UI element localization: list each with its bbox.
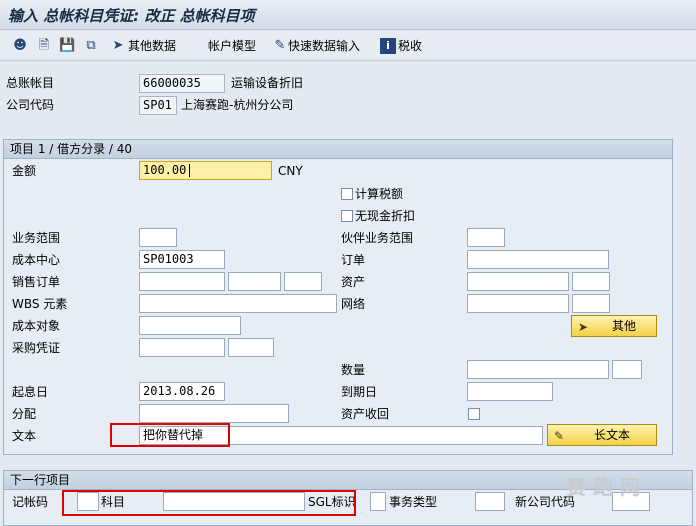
asset-field[interactable] [467, 272, 569, 291]
pencil-icon: ✎ [554, 429, 565, 443]
purchase-doc-label: 采购凭证 [12, 341, 61, 355]
arrow-right-icon: ➤ [112, 38, 124, 53]
wbs-label: WBS 元素 [12, 297, 68, 311]
value-date-label: 起息日 [12, 385, 49, 399]
highlight-box-account [62, 490, 356, 516]
due-date-field[interactable] [467, 382, 553, 401]
sales-order-schedule-field[interactable] [284, 272, 322, 291]
sales-order-field[interactable] [139, 272, 225, 291]
cost-object-field[interactable] [139, 316, 241, 335]
company-code-label: 公司代码 [6, 98, 55, 112]
trading-partner-ba-label: 伙伴业务范围 [341, 231, 414, 245]
sales-order-item-field[interactable] [228, 272, 281, 291]
no-cash-discount-checkbox[interactable] [341, 210, 353, 222]
person-icon[interactable]: ☻ [12, 38, 28, 54]
info-icon: i [380, 38, 396, 54]
asset-retirement-label: 资产收回 [341, 407, 390, 421]
transaction-type-label: 事务类型 [389, 495, 438, 509]
purchase-doc-item-field[interactable] [228, 338, 274, 357]
sales-order-label: 销售订单 [12, 275, 61, 289]
assignment-label: 分配 [12, 407, 37, 421]
document-save-icon[interactable]: 💾 [59, 38, 75, 54]
posting-key-label: 记帐码 [12, 495, 49, 509]
copy-icon[interactable]: ⧉ [83, 38, 99, 54]
quantity-label: 数量 [341, 363, 366, 377]
account-model-button[interactable]: 帐户模型 [208, 38, 256, 54]
value-date-field[interactable]: 2013.08.26 [139, 382, 225, 401]
arrow-right-icon: ➤ [578, 320, 589, 334]
assignment-field[interactable] [139, 404, 289, 423]
order-field[interactable] [467, 250, 609, 269]
network-activity-field[interactable] [572, 294, 610, 313]
purchase-doc-field[interactable] [139, 338, 225, 357]
fast-data-entry-label: 快速数据输入 [288, 39, 361, 53]
network-field[interactable] [467, 294, 569, 313]
asset-subnumber-field[interactable] [572, 272, 610, 291]
asset-label: 资产 [341, 275, 366, 289]
long-text-button-label: 长文本 [593, 428, 630, 442]
pencil-icon: ✎ [274, 38, 286, 53]
calc-tax-label: 计算税额 [355, 187, 404, 201]
title-bar: 输入 总帐科目凭证: 改正 总帐科目项 [0, 0, 696, 30]
quantity-field[interactable] [467, 360, 609, 379]
business-area-field[interactable] [139, 228, 177, 247]
long-text-button[interactable]: ✎ 长文本 [547, 424, 657, 446]
business-area-label: 业务范围 [12, 231, 61, 245]
amount-label: 金额 [12, 164, 37, 178]
application-toolbar: ☻ 🗎 💾 ⧉ ➤ 其他数据 帐户模型 ✎ 快速数据输入 i 税收 [0, 31, 696, 61]
watermark: 赛 跑 网 [566, 475, 640, 499]
cost-center-label: 成本中心 [12, 253, 61, 267]
order-label: 订单 [341, 253, 366, 267]
other-data-label: 其他数据 [128, 39, 177, 53]
cost-object-label: 成本对象 [12, 319, 61, 333]
gl-account-label: 总账帐目 [6, 76, 55, 90]
tax-label: 税收 [398, 39, 423, 53]
gl-account-field[interactable]: 66000035 [139, 74, 225, 93]
sgl-field[interactable] [370, 492, 386, 511]
text-cursor [189, 164, 190, 177]
currency-label: CNY [278, 164, 303, 178]
company-code-field[interactable]: SP01 [139, 96, 177, 115]
text-label: 文本 [12, 429, 37, 443]
cost-center-field[interactable]: SP01003 [139, 250, 225, 269]
gl-account-desc: 运输设备折旧 [231, 76, 304, 90]
amount-field[interactable]: 100.00 [139, 161, 272, 180]
company-code-desc: 上海赛跑-杭州分公司 [181, 98, 294, 112]
trading-partner-ba-field[interactable] [467, 228, 505, 247]
no-cash-discount-label: 无现金折扣 [355, 209, 416, 223]
due-date-label: 到期日 [341, 385, 378, 399]
highlight-box-text [110, 423, 230, 447]
wbs-field[interactable] [139, 294, 337, 313]
network-label: 网络 [341, 297, 366, 311]
document-open-icon[interactable]: 🗎 [36, 38, 52, 54]
transaction-type-field[interactable] [475, 492, 505, 511]
quantity-unit-field[interactable] [612, 360, 642, 379]
other-button[interactable]: ➤ 其他 [571, 315, 657, 337]
calc-tax-checkbox[interactable] [341, 188, 353, 200]
asset-retirement-checkbox[interactable] [468, 408, 480, 420]
item-group-title: 项目 1 / 借方分录 / 40 [4, 140, 672, 159]
window-title: 输入 总帐科目凭证: 改正 总帐科目项 [8, 7, 255, 25]
other-button-label: 其他 [611, 319, 636, 333]
